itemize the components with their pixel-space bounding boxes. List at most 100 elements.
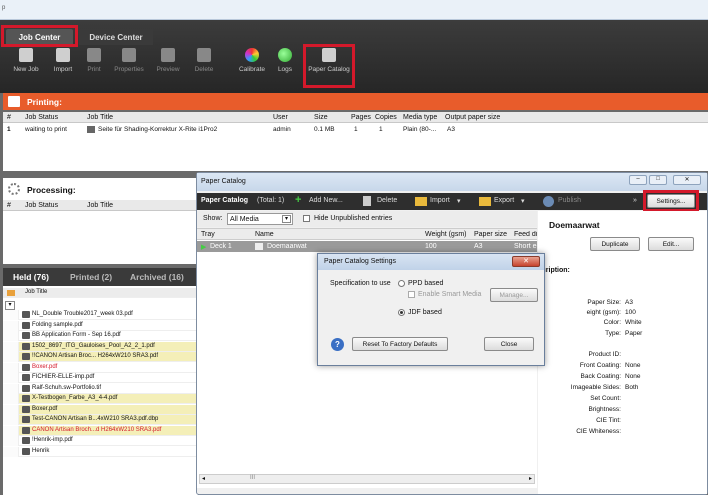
tab-printed[interactable]: Printed (2): [70, 272, 112, 282]
import-label: Import: [53, 66, 73, 73]
col-user[interactable]: User: [273, 114, 288, 121]
detail-value: Paper: [625, 330, 643, 337]
edit-button[interactable]: Edit...: [648, 237, 694, 251]
detail-key: eight (gsm):: [586, 309, 621, 316]
col-copies[interactable]: Copies: [375, 114, 397, 121]
row-gutter: [3, 436, 19, 446]
scroll-right-icon[interactable]: ▸: [529, 475, 532, 482]
col-tray[interactable]: Tray: [201, 231, 215, 238]
overflow-chevron-icon[interactable]: »: [633, 197, 637, 204]
list-item[interactable]: Folding sample.pdf: [3, 320, 198, 331]
col-pages[interactable]: Pages: [351, 114, 371, 121]
col-name[interactable]: Name: [255, 231, 274, 238]
col-size[interactable]: Size: [314, 114, 328, 121]
minimize-icon[interactable]: –: [629, 175, 647, 185]
paper-catalog-button[interactable]: Paper Catalog: [306, 48, 352, 73]
list-item[interactable]: 1502_8697_ITG_Gauloises_Pool_A2_2_1.pdf: [3, 341, 198, 352]
list-item[interactable]: NL_Double Trouble2017_week 03.pdf: [3, 310, 198, 320]
scroll-left-icon[interactable]: ◂: [202, 475, 205, 482]
logs-button[interactable]: Logs: [265, 48, 305, 73]
trash-icon: [197, 48, 211, 62]
col-job-title[interactable]: Job Title: [87, 114, 113, 121]
processing-title: Processing:: [27, 185, 76, 195]
reset-defaults-button[interactable]: Reset To Factory Defaults: [352, 337, 448, 351]
hide-unpublished-label: Hide Unpublished entries: [314, 215, 393, 222]
file-icon: [22, 353, 30, 360]
show-select[interactable]: All Media ▾: [227, 213, 293, 225]
catalog-import-button[interactable]: Import: [430, 197, 450, 204]
col-job-status[interactable]: Job Status: [25, 114, 58, 121]
held-tabs: Held (76) Printed (2) Archived (16): [3, 268, 198, 286]
jdf-radio[interactable]: [398, 309, 405, 316]
list-item[interactable]: Ralf-Schuh.sw-Portfolio.tif: [3, 383, 198, 394]
maximize-icon[interactable]: □: [649, 175, 667, 185]
job-title: FICHIER-ELLE-imp.pdf: [32, 374, 95, 380]
list-item[interactable]: BB Application Form - Sep 16.pdf: [3, 331, 198, 341]
list-item[interactable]: !!CANON Artisan Broc... H264xW210 SRA3.p…: [3, 352, 198, 362]
list-item[interactable]: Boxer.pdf: [3, 362, 198, 373]
detail-key: Front Coating:: [579, 362, 621, 369]
catalog-export-button[interactable]: Export: [494, 197, 514, 204]
job-title: Ralf-Schuh.sw-Portfolio.tif: [32, 384, 102, 391]
detail-key: Paper Size:: [587, 299, 621, 306]
proc-col-title[interactable]: Job Title: [87, 202, 113, 209]
col-paper-size[interactable]: Paper size: [474, 231, 507, 238]
tab-held[interactable]: Held (76): [13, 272, 49, 282]
list-item[interactable]: CANON Artisan Broch...d H264xW210 SRA3.p…: [3, 425, 198, 436]
file-icon: [22, 332, 30, 339]
tab-device-center[interactable]: Device Center: [79, 29, 153, 45]
close-icon[interactable]: ✕: [512, 256, 540, 267]
close-button[interactable]: Close: [484, 337, 534, 351]
import-dropdown-icon[interactable]: ▾: [457, 197, 461, 205]
print-button[interactable]: Print: [74, 48, 114, 73]
printing-column-header: # Job Status Job Title User Size Pages C…: [3, 112, 708, 123]
col-weight[interactable]: Weight (gsm): [425, 231, 467, 238]
table-row[interactable]: ▶ Deck 1 Doemaarwat 100 A3 Short ed: [197, 241, 537, 252]
list-item[interactable]: Test-CANON Artisan B...4xW210 SRA3.pdf.d…: [3, 415, 198, 425]
list-item[interactable]: Henrik: [3, 446, 198, 457]
detail-value: 100: [625, 309, 636, 316]
hide-unpublished-checkbox[interactable]: [303, 215, 310, 222]
col-media-type[interactable]: Media type: [403, 114, 437, 121]
folder-icon: [7, 290, 15, 296]
duplicate-button[interactable]: Duplicate: [590, 237, 640, 251]
list-item[interactable]: FICHIER-ELLE-imp.pdf: [3, 373, 198, 383]
catalog-delete-button[interactable]: Delete: [377, 197, 397, 204]
horizontal-scrollbar[interactable]: ◂ III ▸: [199, 474, 535, 484]
settings-button[interactable]: Settings...: [647, 194, 695, 208]
table-row[interactable]: 1 waiting to print Seite für Shading-Kor…: [3, 124, 708, 135]
dialog-title-bar: Paper Catalog Settings ✕: [318, 254, 544, 270]
calibrate-icon: [245, 48, 259, 62]
proc-col-number[interactable]: #: [7, 202, 11, 209]
scroll-thumb-grip[interactable]: III: [250, 475, 255, 481]
smart-media-checkbox[interactable]: [408, 291, 415, 298]
new-job-button[interactable]: New Job: [6, 48, 46, 73]
export-dropdown-icon[interactable]: ▾: [521, 197, 525, 205]
chevron-down-icon[interactable]: ▾: [5, 301, 15, 310]
delete-button[interactable]: Delete: [184, 48, 224, 73]
publish-button[interactable]: Publish: [558, 197, 581, 204]
col-number[interactable]: #: [7, 114, 11, 121]
add-new-button[interactable]: Add New...: [309, 197, 343, 204]
held-column-header: Job Title: [3, 288, 198, 298]
list-item[interactable]: X-Testbogen_Farbe_A3_4-4.pdf: [3, 394, 198, 404]
tab-archived[interactable]: Archived (16): [130, 272, 184, 282]
ppd-radio[interactable]: [398, 280, 405, 287]
held-col-title[interactable]: Job Title: [25, 289, 47, 295]
col-feed-direction[interactable]: Feed dire: [514, 231, 537, 238]
list-item[interactable]: !Henrik-imp.pdf: [3, 436, 198, 446]
file-icon: [22, 384, 30, 392]
close-icon[interactable]: ✕: [673, 175, 701, 185]
tab-job-center[interactable]: Job Center: [6, 29, 73, 45]
help-icon[interactable]: ?: [331, 338, 344, 351]
delete-label: Delete: [194, 66, 214, 73]
properties-button[interactable]: Properties: [109, 48, 149, 73]
preview-button[interactable]: Preview: [148, 48, 188, 73]
col-output-paper-size[interactable]: Output paper size: [445, 114, 500, 121]
proc-col-status[interactable]: Job Status: [25, 202, 58, 209]
detail-value: None: [625, 362, 641, 369]
catalog-heading: Paper Catalog: [201, 197, 249, 204]
list-item[interactable]: Boxer.pdf: [3, 404, 198, 415]
manage-button[interactable]: Manage...: [490, 288, 538, 302]
pdf-icon: [87, 126, 95, 133]
